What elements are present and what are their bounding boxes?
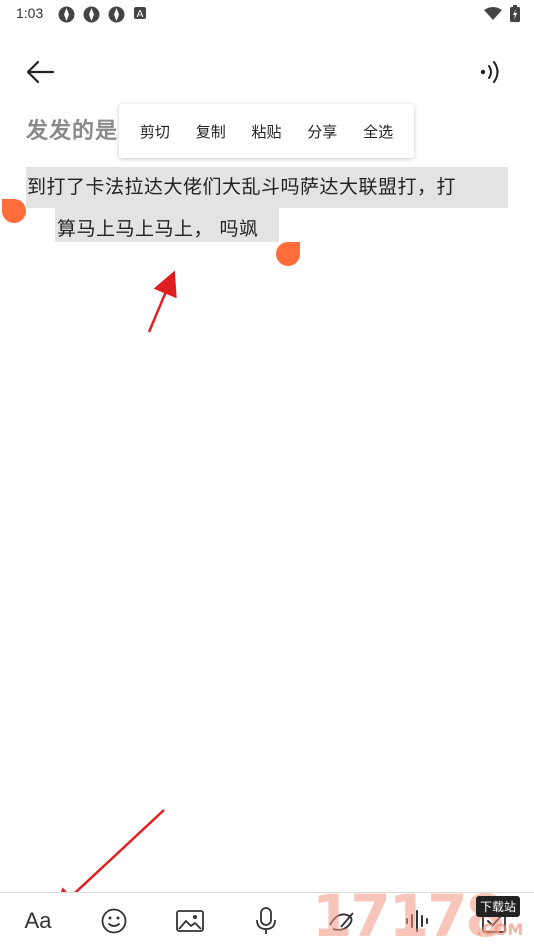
- annotation-arrow: [52, 270, 177, 914]
- watermark-domain: .COM: [476, 920, 524, 939]
- image-button[interactable]: [170, 903, 210, 939]
- image-icon: [176, 910, 204, 932]
- watermark-logo-text: 17178: [312, 882, 506, 950]
- emoji-icon: [101, 908, 127, 934]
- format-icon: Aa: [24, 908, 52, 933]
- voice-input-button[interactable]: [246, 903, 286, 939]
- emoji-button[interactable]: [94, 903, 134, 939]
- microphone-icon: [256, 907, 276, 934]
- format-button[interactable]: Aa: [18, 903, 58, 939]
- site-watermark: 17178 下载站 .COM: [312, 882, 534, 950]
- watermark-badge: 下载站: [476, 896, 521, 917]
